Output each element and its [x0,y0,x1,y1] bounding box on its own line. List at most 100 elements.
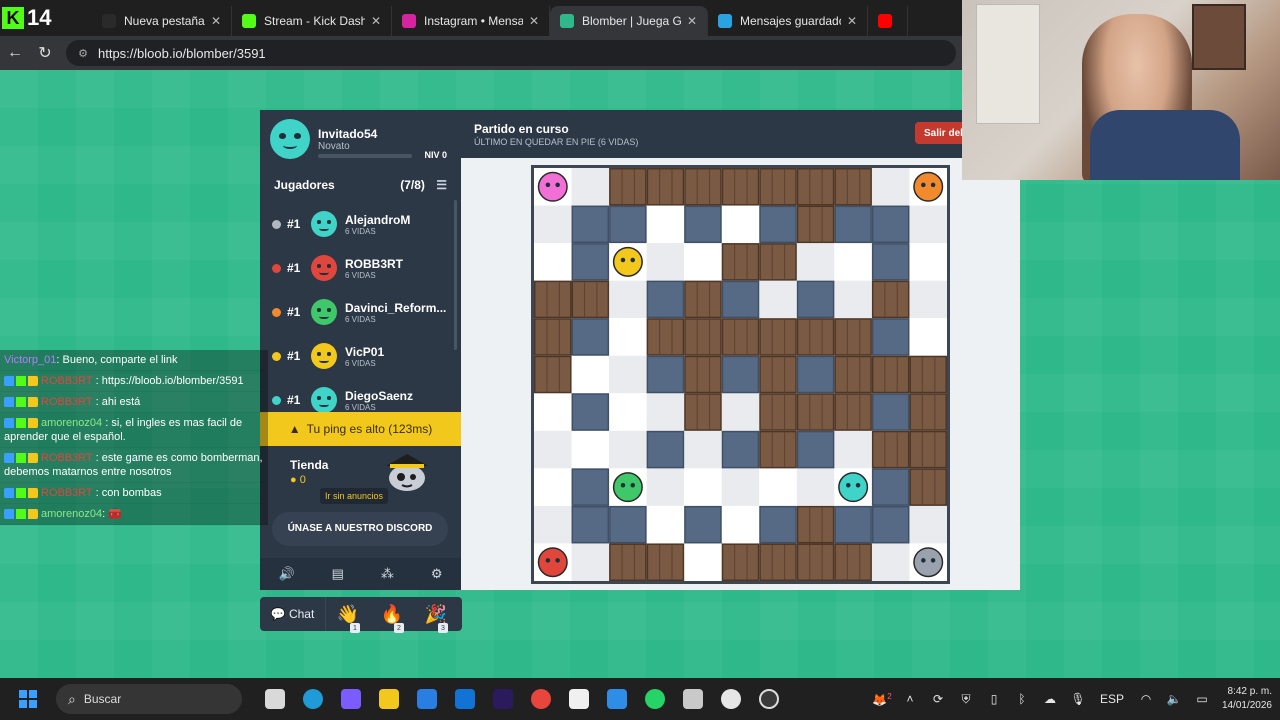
player-list-scrollbar[interactable] [454,200,457,350]
copilot-icon[interactable] [332,678,370,720]
tab-nueva-pestana[interactable]: Nueva pestaña ✕ [92,6,232,36]
emote-wave-button[interactable]: 👋 1 [326,597,370,633]
taskbar-search[interactable]: ⌕ Buscar [56,684,242,714]
crate-plank [846,169,848,205]
clock[interactable]: 8:42 p. m. 14/01/2026 [1216,685,1280,713]
remove-ads-button[interactable]: Ir sin anuncios [320,488,389,504]
cloud-icon[interactable]: ☁ [1036,692,1064,706]
language-indicator[interactable]: ESP [1092,692,1132,706]
close-icon[interactable]: ✕ [523,14,539,28]
floor-tile [646,393,685,431]
obs-icon[interactable] [750,678,788,720]
status-dot [272,351,281,361]
chat-username: Victorp_01 [4,354,57,366]
book-icon[interactable]: ▤ [332,566,344,582]
emote-fire-button[interactable]: 🔥 2 [370,597,414,633]
notification-badge-icon[interactable]: 🦊2 [868,692,896,707]
floor-tile [534,205,572,244]
party-emoji-icon: 🎉 [424,603,448,624]
shield-icon[interactable]: ⛨ [952,692,980,707]
sidebar-toolbar: 🔊 ▤ ⁂ ⚙ [260,558,461,590]
crate-plank [809,207,811,242]
usb-icon[interactable]: ▯ [980,692,1008,706]
emote-party-button[interactable]: 🎉 3 [414,597,458,633]
player-row[interactable]: #1 VicP01 6 VIDAS [260,334,461,378]
floor-tile [759,280,797,319]
back-arrow-icon[interactable]: ← [0,38,30,68]
chevron-up-icon[interactable]: ˄ [896,692,924,706]
crate-block [646,543,685,581]
edge-icon[interactable] [294,678,332,720]
board-grid [534,168,947,581]
wall-block [571,243,610,281]
group-icon[interactable]: ⁂ [381,566,394,582]
settings-gear-icon[interactable]: ⚙ [431,566,443,582]
chat-button[interactable]: 💬 Chat [260,597,326,631]
capcut-icon[interactable] [560,678,598,720]
crate-block [571,280,610,319]
volume-icon[interactable]: 🔊 [278,566,294,582]
bluetooth-icon[interactable]: ᛒ [1008,692,1036,706]
media-player-icon[interactable] [712,678,750,720]
windows-logo-icon [19,690,37,708]
store-icon[interactable] [408,678,446,720]
discord-button[interactable]: ÚNASE A NUESTRO DISCORD [272,512,448,546]
floor-tile [721,468,760,506]
snipping-tool-icon[interactable] [598,678,636,720]
clock-time: 8:42 p. m. [1227,686,1272,697]
wall-block [871,205,910,244]
shop-panel[interactable]: Tienda ● 0 Ir sin anuncios [260,446,461,510]
crate-plank [746,244,748,280]
outlook-icon[interactable] [446,678,484,720]
crate-plank [708,282,711,317]
player-row[interactable]: #1 Davinci_Reform... 6 VIDAS [260,290,461,334]
premiere-icon[interactable] [484,678,522,720]
wall-block [796,355,835,394]
start-button[interactable] [0,678,56,720]
site-info-icon[interactable]: ⚙ [76,46,90,60]
leave-match-button[interactable]: Salir del [915,122,963,144]
wifi-icon[interactable]: ◠ [1132,692,1160,706]
wall-block [871,468,910,506]
close-icon[interactable]: ✕ [841,14,857,28]
tab-kick-dashboard[interactable]: Stream - Kick Dashboar ✕ [232,6,392,36]
sync-icon[interactable]: ⟳ [924,692,952,706]
whatsapp-icon[interactable] [636,678,674,720]
crate-block [646,318,685,356]
close-icon[interactable]: ✕ [205,14,221,28]
floor-tile [759,468,797,506]
player-row[interactable]: #1 DiegoSaenz 6 VIDAS [260,378,461,412]
player-row[interactable]: #1 AlejandroM 6 VIDAS [260,202,461,246]
filter-icon[interactable]: ☰ [436,178,447,192]
microphone-icon[interactable]: 🎙 [1064,692,1092,706]
task-view-icon[interactable] [256,678,294,720]
crate-plank [784,357,786,392]
wall-block [871,505,910,544]
tab-instagram[interactable]: Instagram • Mensajes ✕ [392,6,550,36]
reload-icon[interactable]: ↻ [30,38,60,68]
crate-plank [859,169,861,205]
volume-icon[interactable]: 🔈 [1160,692,1188,706]
crate-plank [934,394,936,430]
floor-tile [721,393,760,431]
chat-button-label: Chat [288,607,315,621]
close-icon[interactable]: ✕ [681,14,697,28]
chrome-icon[interactable] [522,678,560,720]
file-explorer-icon[interactable] [370,678,408,720]
tab-blomber[interactable]: Blomber | Juega Gr ✕ [550,6,708,36]
tab-mensajes-guardados[interactable]: Mensajes guardados ✕ [708,6,868,36]
crate-block [796,205,835,244]
player-row[interactable]: #1 ROBB3RT 6 VIDAS [260,246,461,290]
tab-label: Mensajes guardados [740,14,841,28]
url-input[interactable]: ⚙ https://bloob.io/blomber/3591 [66,40,956,66]
tab-youtube[interactable]: T [868,6,908,36]
crate-plank [859,319,861,355]
calculator-icon[interactable] [674,678,712,720]
crate-plank [746,169,748,205]
game-board[interactable] [531,165,950,584]
tab-label: Blomber | Juega Gr [582,14,681,28]
battery-icon[interactable]: ▭ [1188,692,1216,706]
tab-label: Nueva pestaña [124,14,205,28]
close-icon[interactable]: ✕ [365,14,381,28]
crate-plank [821,394,823,430]
